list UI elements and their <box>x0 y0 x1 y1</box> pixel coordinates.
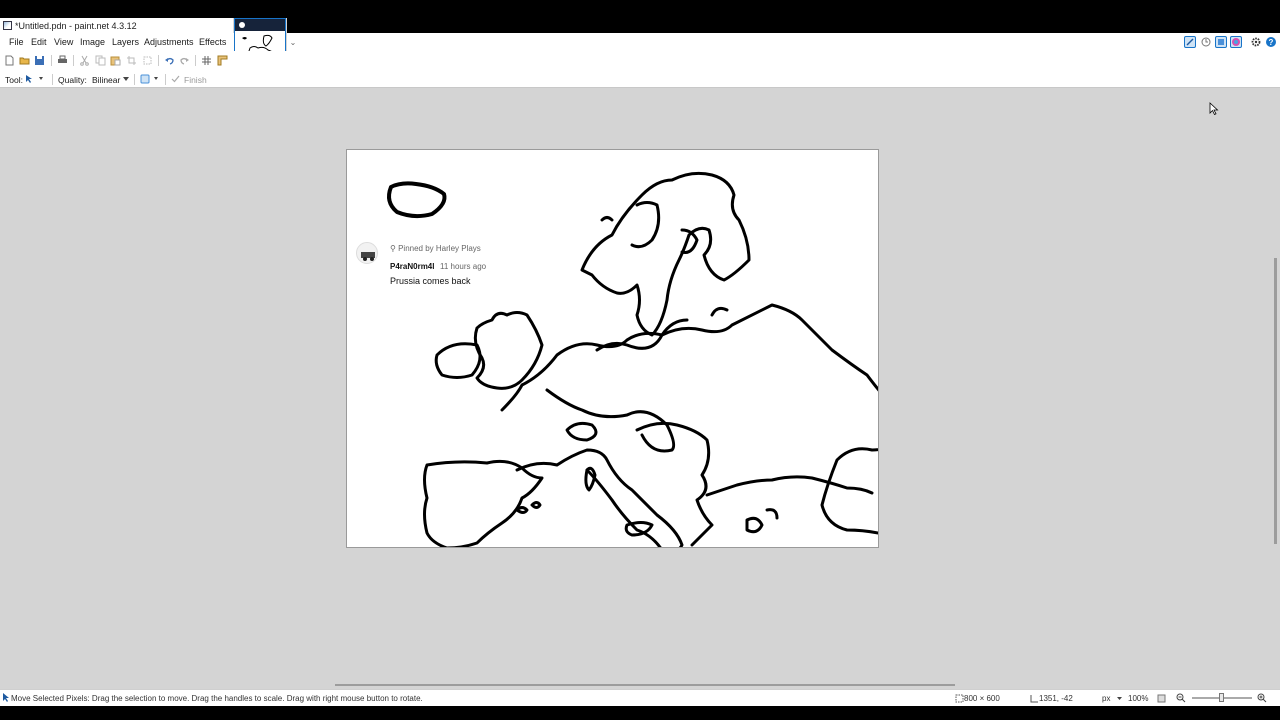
window-title-tab: *Untitled.pdn - paint.net 4.3.12 <box>0 18 233 33</box>
zoom-level[interactable]: 100% <box>1128 694 1148 703</box>
tool-label: Tool: <box>5 75 23 85</box>
menu-image[interactable]: Image <box>80 37 105 47</box>
toolbar-separator <box>51 55 52 66</box>
avatar <box>356 242 378 264</box>
title-bar <box>0 0 1280 18</box>
comment-text: Prussia comes back <box>390 276 471 286</box>
pinned-label: ⚲ Pinned by Harley Plays <box>390 244 481 253</box>
comment-time: 11 hours ago <box>440 262 487 271</box>
history-window-icon[interactable] <box>1200 36 1212 48</box>
save-icon[interactable] <box>34 55 45 66</box>
cursor-position-icon <box>1030 695 1038 703</box>
quality-label: Quality: <box>58 75 87 85</box>
cursor-position: 1351, -42 <box>1039 694 1073 703</box>
gear-icon[interactable] <box>1250 36 1262 48</box>
menu-view[interactable]: View <box>54 37 73 47</box>
cut-icon[interactable] <box>79 55 90 66</box>
image-size: 800 × 600 <box>964 694 1000 703</box>
quality-dropdown[interactable]: Bilinear <box>92 75 120 85</box>
svg-text:?: ? <box>1269 38 1274 47</box>
toolbar-separator <box>73 55 74 66</box>
paintnet-icon <box>3 21 12 30</box>
unsaved-dot-icon <box>239 22 245 28</box>
layers-window-icon[interactable] <box>1215 36 1227 48</box>
window-title: *Untitled.pdn - paint.net 4.3.12 <box>15 20 137 31</box>
fit-window-icon[interactable] <box>1157 694 1166 703</box>
finish-button[interactable]: Finish <box>184 75 207 85</box>
grid-icon[interactable] <box>201 55 212 66</box>
comment-author: P4raN0rm4l <box>390 262 435 271</box>
main-toolbar <box>0 51 1280 70</box>
move-tool-icon <box>3 693 9 702</box>
toolbar-separator <box>52 74 53 85</box>
selection-mode-icon[interactable] <box>140 74 160 84</box>
colors-window-icon[interactable] <box>1230 36 1242 48</box>
move-selected-tool-icon[interactable] <box>25 74 45 84</box>
chevron-down-icon[interactable] <box>123 77 129 82</box>
units-selector[interactable]: px <box>1102 694 1110 703</box>
chevron-down-icon[interactable] <box>1117 697 1122 701</box>
redo-icon[interactable] <box>179 55 190 66</box>
toolbar-separator <box>134 74 135 85</box>
menu-adjustments[interactable]: Adjustments <box>144 37 194 47</box>
mouse-cursor-icon <box>1209 102 1219 116</box>
zoom-out-icon[interactable] <box>1176 693 1186 703</box>
copy-icon[interactable] <box>95 55 106 66</box>
toolbar-separator <box>195 55 196 66</box>
deselect-icon[interactable] <box>142 55 153 66</box>
new-file-icon[interactable] <box>4 55 15 66</box>
undo-icon[interactable] <box>164 55 175 66</box>
ruler-icon[interactable] <box>217 55 228 66</box>
horizontal-scroll-thumb[interactable] <box>335 684 955 686</box>
zoom-in-icon[interactable] <box>1257 693 1267 703</box>
toolbar-separator <box>165 74 166 85</box>
crop-icon[interactable] <box>126 55 137 66</box>
image-canvas[interactable] <box>346 149 879 548</box>
europe-map-drawing <box>387 171 878 547</box>
menu-file[interactable]: File <box>9 37 24 47</box>
print-icon[interactable] <box>57 55 68 66</box>
title-bar-right <box>287 18 1280 33</box>
open-folder-icon[interactable] <box>19 55 30 66</box>
zoom-slider-handle[interactable] <box>1219 693 1224 702</box>
menu-bar-right <box>287 33 1280 51</box>
vertical-scroll-thumb[interactable] <box>1274 258 1277 544</box>
taskbar-strip <box>0 706 1280 720</box>
status-message: Move Selected Pixels: Drag the selection… <box>11 694 423 703</box>
menu-layers[interactable]: Layers <box>112 37 139 47</box>
chevron-down-icon[interactable]: ⌄ <box>288 38 298 48</box>
image-size-icon <box>955 694 964 703</box>
menu-edit[interactable]: Edit <box>31 37 47 47</box>
menu-effects[interactable]: Effects <box>199 37 226 47</box>
paste-icon[interactable] <box>110 55 121 66</box>
checkmark-icon <box>171 75 180 83</box>
pin-icon: ⚲ <box>390 244 399 253</box>
toolbar-separator <box>158 55 159 66</box>
help-icon[interactable]: ? <box>1265 36 1277 48</box>
tools-window-icon[interactable] <box>1184 36 1196 48</box>
